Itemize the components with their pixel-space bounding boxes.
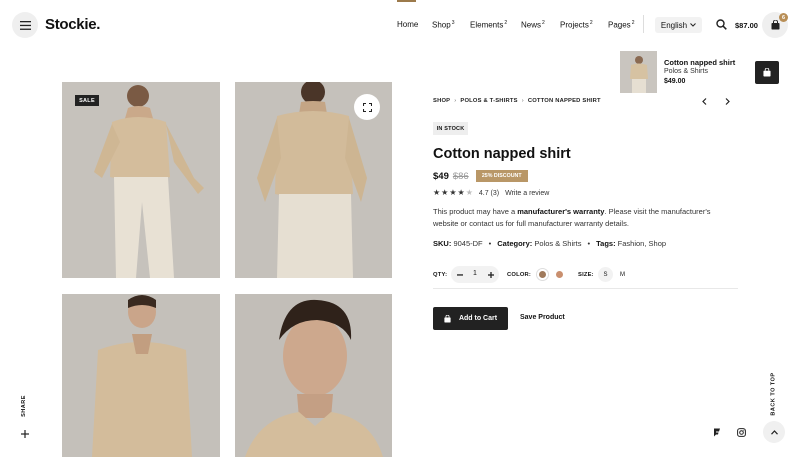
chevron-left-icon [702, 98, 707, 105]
size-label: SIZE: [578, 272, 594, 278]
sku-value: 9045-DF [453, 239, 483, 248]
chevron-right-icon: › [454, 98, 457, 104]
color-swatch-tan[interactable] [556, 271, 563, 278]
save-product-button[interactable]: Save Product [520, 314, 565, 321]
instagram-icon [736, 427, 746, 437]
mini-cart-add-button[interactable] [755, 61, 779, 84]
sale-badge: SALE [75, 95, 99, 106]
color-label: COLOR: [507, 272, 532, 278]
mini-cart-product-category: Polos & Shirts [664, 68, 708, 75]
stock-badge: IN STOCK [433, 122, 468, 135]
qty-value[interactable]: 1 [471, 270, 479, 277]
tags-label: Tags: [596, 239, 616, 248]
cart-count-badge: 6 [779, 13, 788, 22]
description-highlight: manufacturer's warranty [517, 207, 605, 216]
meta-separator: • [488, 239, 492, 248]
nav-item-home[interactable]: Home [397, 20, 418, 29]
site-header: Stockie. Home Shop3 Elements2 News2 Proj… [0, 0, 800, 50]
price-row: $49 $86 25% DISCOUNT [433, 170, 528, 182]
qty-increase-button[interactable] [484, 268, 497, 281]
shopping-bag-icon [771, 20, 779, 30]
share-button[interactable] [14, 423, 36, 445]
star-rating: ★ ★ ★ ★ ★ [433, 189, 473, 197]
size-option-m[interactable]: M [615, 267, 630, 282]
mini-cart-thumbnail[interactable] [620, 51, 657, 93]
back-to-top-label[interactable]: BACK TO TOP [771, 372, 777, 415]
category-label: Category: [497, 239, 533, 248]
rating-row: ★ ★ ★ ★ ★ 4.7 (3) Write a review [433, 189, 549, 197]
product-options: QTY: 1 COLOR: SIZE: S M [433, 266, 738, 289]
current-price: $49 [433, 170, 449, 182]
next-product-button[interactable] [719, 93, 736, 110]
language-select[interactable]: English [655, 17, 702, 33]
product-description: This product may have a manufacturer's w… [433, 206, 733, 230]
discount-badge: 25% DISCOUNT [475, 170, 528, 182]
hamburger-icon [19, 20, 31, 30]
cart-total[interactable]: $87.00 [735, 21, 758, 30]
plus-icon [21, 430, 29, 438]
menu-button[interactable] [12, 12, 38, 38]
minus-icon [456, 273, 463, 276]
chevron-down-icon [690, 23, 696, 27]
description-text: This product may have a [433, 207, 518, 216]
nav-item-news[interactable]: News2 [521, 20, 545, 30]
star-empty-icon: ★ [465, 188, 473, 197]
search-icon[interactable] [716, 19, 727, 30]
foursquare-icon [714, 428, 720, 436]
nav-active-indicator [397, 0, 416, 2]
back-to-top-button[interactable] [763, 421, 785, 443]
star-full-icon: ★ [457, 188, 465, 197]
add-to-cart-button[interactable]: Add to Cart [433, 307, 508, 330]
chevron-up-icon [770, 429, 778, 435]
plus-icon [487, 271, 494, 278]
star-full-icon: ★ [449, 188, 457, 197]
logo[interactable]: Stockie. [45, 16, 100, 33]
write-review-link[interactable]: Write a review [505, 190, 549, 197]
nav-item-projects[interactable]: Projects2 [560, 20, 593, 30]
mini-cart-popup: Cotton napped shirt Polos & Shirts $49.0… [620, 51, 780, 94]
star-full-icon: ★ [441, 188, 449, 197]
nav-divider [643, 15, 644, 33]
breadcrumb-category[interactable]: POLOS & T-SHIRTS [460, 98, 517, 104]
fullscreen-icon [362, 102, 372, 112]
nav-item-shop[interactable]: Shop3 [432, 20, 454, 30]
add-to-cart-label: Add to Cart [458, 315, 498, 322]
mini-cart-product-title[interactable]: Cotton napped shirt [664, 58, 735, 67]
color-swatch-brown[interactable] [539, 271, 546, 278]
rating-value: 4.7 (3) [478, 189, 500, 197]
product-title: Cotton napped shirt [433, 146, 571, 162]
shopping-bag-icon [763, 68, 771, 77]
breadcrumb-shop[interactable]: SHOP [433, 98, 450, 104]
product-image-closeup[interactable] [235, 294, 392, 457]
mini-cart-product-price: $49.00 [664, 78, 686, 85]
star-full-icon: ★ [433, 188, 441, 197]
breadcrumb: SHOP › POLOS & T-SHIRTS › COTTON NAPPED … [433, 98, 601, 104]
nav-item-elements[interactable]: Elements2 [470, 20, 507, 30]
quantity-stepper: 1 [451, 266, 499, 283]
social-link-instagram[interactable] [733, 424, 749, 440]
product-meta: SKU: 9045-DF • Category: Polos & Shirts … [433, 239, 666, 248]
size-option-s[interactable]: S [598, 267, 613, 282]
product-image-front[interactable] [62, 82, 220, 278]
product-image-side[interactable] [62, 294, 220, 457]
language-label: English [660, 20, 688, 30]
fullscreen-button[interactable] [354, 94, 380, 120]
old-price: $86 [452, 170, 469, 182]
breadcrumb-current: COTTON NAPPED SHIRT [527, 98, 601, 104]
social-link-foursquare[interactable] [709, 424, 725, 440]
qty-label: QTY: [433, 272, 448, 278]
share-label: SHARE [20, 395, 27, 417]
qty-decrease-button[interactable] [453, 268, 466, 281]
category-link[interactable]: Polos & Shirts [534, 239, 581, 248]
nav-item-pages[interactable]: Pages2 [608, 20, 634, 30]
tags-links[interactable]: Fashion, Shop [618, 239, 666, 248]
shopping-bag-icon [444, 314, 451, 322]
chevron-right-icon: › [521, 98, 524, 104]
chevron-right-icon [725, 98, 730, 105]
meta-separator: • [587, 239, 591, 248]
prev-product-button[interactable] [696, 93, 713, 110]
sku-label: SKU: [433, 239, 452, 248]
